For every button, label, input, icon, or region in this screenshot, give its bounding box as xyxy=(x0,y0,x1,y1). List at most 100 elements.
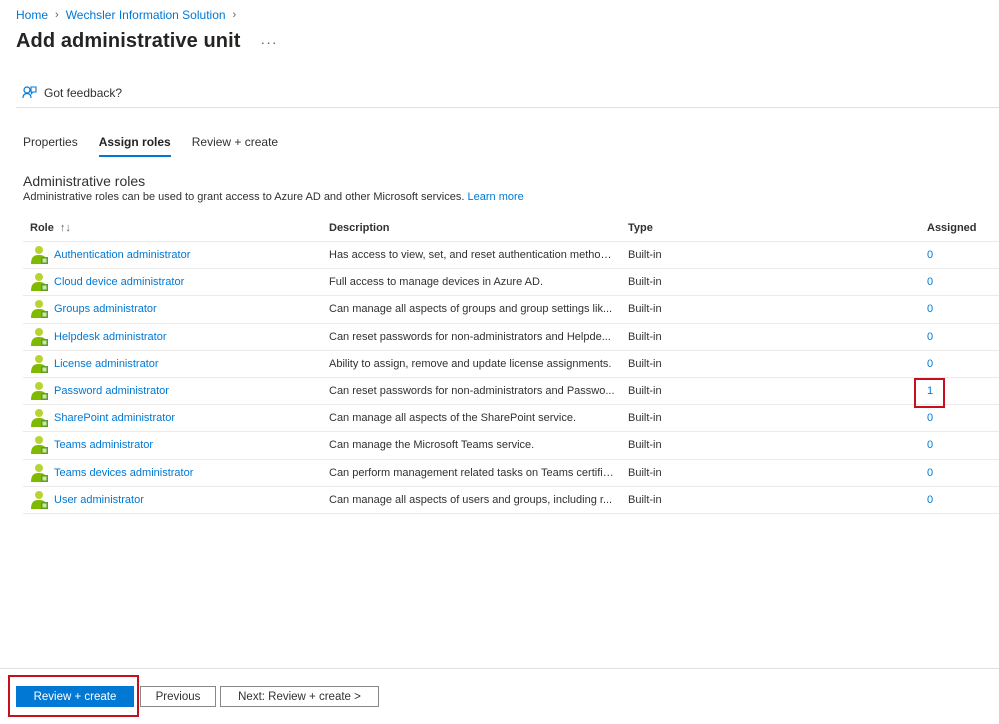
type-cell: Built-in xyxy=(628,249,662,262)
assigned-cell: 0 xyxy=(920,358,999,370)
chevron-right-icon: › xyxy=(55,9,59,21)
admin-role-icon xyxy=(30,490,49,510)
learn-more-link[interactable]: Learn more xyxy=(468,191,524,203)
page-title: Add administrative unit xyxy=(16,30,241,52)
role-cell: SharePoint administrator xyxy=(23,408,322,428)
role-link[interactable]: SharePoint administrator xyxy=(54,412,175,424)
previous-button[interactable]: Previous xyxy=(140,686,216,707)
assigned-count-link[interactable]: 0 xyxy=(927,249,933,261)
role-cell: Teams administrator xyxy=(23,435,322,455)
page: Home › Wechsler Information Solution › A… xyxy=(0,0,999,724)
column-header-description: Description xyxy=(329,221,390,234)
description-cell: Can reset passwords for non-administrato… xyxy=(329,385,615,398)
description-cell: Can reset passwords for non-administrato… xyxy=(329,330,611,343)
admin-role-icon xyxy=(30,354,49,374)
role-link[interactable]: Cloud device administrator xyxy=(54,276,184,288)
footer-divider xyxy=(0,668,999,669)
table-row[interactable]: Helpdesk administrator Can reset password… xyxy=(23,324,999,351)
breadcrumb-tenant[interactable]: Wechsler Information Solution xyxy=(66,8,226,22)
role-link[interactable]: Password administrator xyxy=(54,385,169,397)
role-link[interactable]: Groups administrator xyxy=(54,303,157,315)
column-header-role[interactable]: Role ↑↓ xyxy=(23,222,322,234)
assigned-count-link[interactable]: 0 xyxy=(927,412,933,424)
review-create-button[interactable]: Review + create xyxy=(16,686,134,707)
column-header-type: Type xyxy=(628,221,653,234)
breadcrumb: Home › Wechsler Information Solution › xyxy=(16,8,243,22)
assigned-cell: 0 xyxy=(920,467,999,479)
description-cell: Can perform management related tasks on … xyxy=(329,466,618,479)
type-cell: Built-in xyxy=(628,412,662,425)
role-cell: Cloud device administrator xyxy=(23,272,322,292)
tab-bar: Properties Assign roles Review + create xyxy=(23,135,299,157)
description-cell: Ability to assign, remove and update lic… xyxy=(329,357,612,370)
role-link[interactable]: Helpdesk administrator xyxy=(54,331,167,343)
assigned-count-link[interactable]: 0 xyxy=(927,276,933,288)
type-cell: Built-in xyxy=(628,493,662,506)
table-row[interactable]: SharePoint administrator Can manage all a… xyxy=(23,405,999,433)
role-cell: License administrator xyxy=(23,354,322,374)
assigned-cell: 0 xyxy=(920,331,999,343)
next-button[interactable]: Next: Review + create > xyxy=(220,686,379,707)
assigned-count-link[interactable]: 0 xyxy=(927,494,933,506)
feedback-label: Got feedback? xyxy=(44,85,123,100)
table-row[interactable]: Password administrator Can reset password… xyxy=(23,378,999,406)
assigned-cell: 0 xyxy=(920,276,999,288)
table-row[interactable]: Groups administrator Can manage all aspec… xyxy=(23,296,999,324)
table-row[interactable]: Authentication administrator Has access t… xyxy=(23,242,999,270)
admin-role-icon xyxy=(30,245,49,265)
table-row[interactable]: License administrator Ability to assign, … xyxy=(23,351,999,378)
breadcrumb-home[interactable]: Home xyxy=(16,8,48,22)
role-cell: Authentication administrator xyxy=(23,245,322,265)
assigned-count-link[interactable]: 0 xyxy=(927,358,933,370)
admin-role-icon xyxy=(30,327,49,347)
type-cell: Built-in xyxy=(628,303,662,316)
tab-assign-roles[interactable]: Assign roles xyxy=(98,135,171,157)
table-row[interactable]: User administrator Can manage all aspects… xyxy=(23,487,999,514)
admin-role-icon xyxy=(30,463,49,483)
feedback-button[interactable]: Got feedback? xyxy=(22,85,122,100)
role-link[interactable]: Authentication administrator xyxy=(54,249,190,261)
role-link[interactable]: Teams devices administrator xyxy=(54,467,193,479)
roles-table: Role ↑↓ Description Type Assigned Authen… xyxy=(23,214,999,514)
assigned-count-link[interactable]: 0 xyxy=(927,467,933,479)
sort-icon[interactable]: ↑↓ xyxy=(60,222,71,234)
description-cell: Has access to view, set, and reset authe… xyxy=(329,249,619,262)
admin-role-icon xyxy=(30,408,49,428)
description-cell: Can manage all aspects of the SharePoint… xyxy=(329,412,577,425)
table-row[interactable]: Cloud device administrator Full access to… xyxy=(23,269,999,297)
tab-properties[interactable]: Properties xyxy=(23,135,78,157)
type-cell: Built-in xyxy=(628,466,662,479)
assigned-count-link[interactable]: 0 xyxy=(927,303,933,315)
chevron-right-icon: › xyxy=(232,9,237,21)
role-link[interactable]: User administrator xyxy=(54,494,144,506)
description-cell: Can manage all aspects of groups and gro… xyxy=(329,303,613,316)
type-cell: Built-in xyxy=(628,276,662,289)
description-cell: Full access to manage devices in Azure A… xyxy=(329,276,543,289)
role-cell: Groups administrator xyxy=(23,299,322,319)
assigned-count-link[interactable]: 0 xyxy=(927,439,933,451)
tab-review-create[interactable]: Review + create xyxy=(192,135,278,157)
admin-role-icon xyxy=(30,435,49,455)
assigned-cell: 0 xyxy=(920,249,999,261)
description-cell: Can manage all aspects of users and grou… xyxy=(329,493,613,506)
header-divider xyxy=(16,107,999,108)
table-header: Role ↑↓ Description Type Assigned xyxy=(23,214,999,242)
admin-role-icon xyxy=(30,272,49,292)
type-cell: Built-in xyxy=(628,357,662,370)
admin-role-icon xyxy=(30,299,49,319)
description-cell: Can manage the Microsoft Teams service. xyxy=(329,439,535,452)
feedback-icon xyxy=(22,86,37,99)
assigned-highlight-box xyxy=(914,378,945,408)
section-title: Administrative roles xyxy=(23,173,146,189)
title-row: Add administrative unit ··· xyxy=(16,30,278,53)
table-body: Authentication administrator Has access t… xyxy=(23,242,999,514)
section-description-text: Administrative roles can be used to gran… xyxy=(23,191,465,203)
column-header-assigned: Assigned xyxy=(927,221,977,234)
more-options-icon[interactable]: ··· xyxy=(261,34,278,50)
role-link[interactable]: Teams administrator xyxy=(54,439,153,451)
role-cell: User administrator xyxy=(23,490,322,510)
table-row[interactable]: Teams administrator Can manage the Micros… xyxy=(23,432,999,460)
table-row[interactable]: Teams devices administrator Can perform m… xyxy=(23,460,999,487)
assigned-count-link[interactable]: 0 xyxy=(927,331,933,343)
role-link[interactable]: License administrator xyxy=(54,358,159,370)
